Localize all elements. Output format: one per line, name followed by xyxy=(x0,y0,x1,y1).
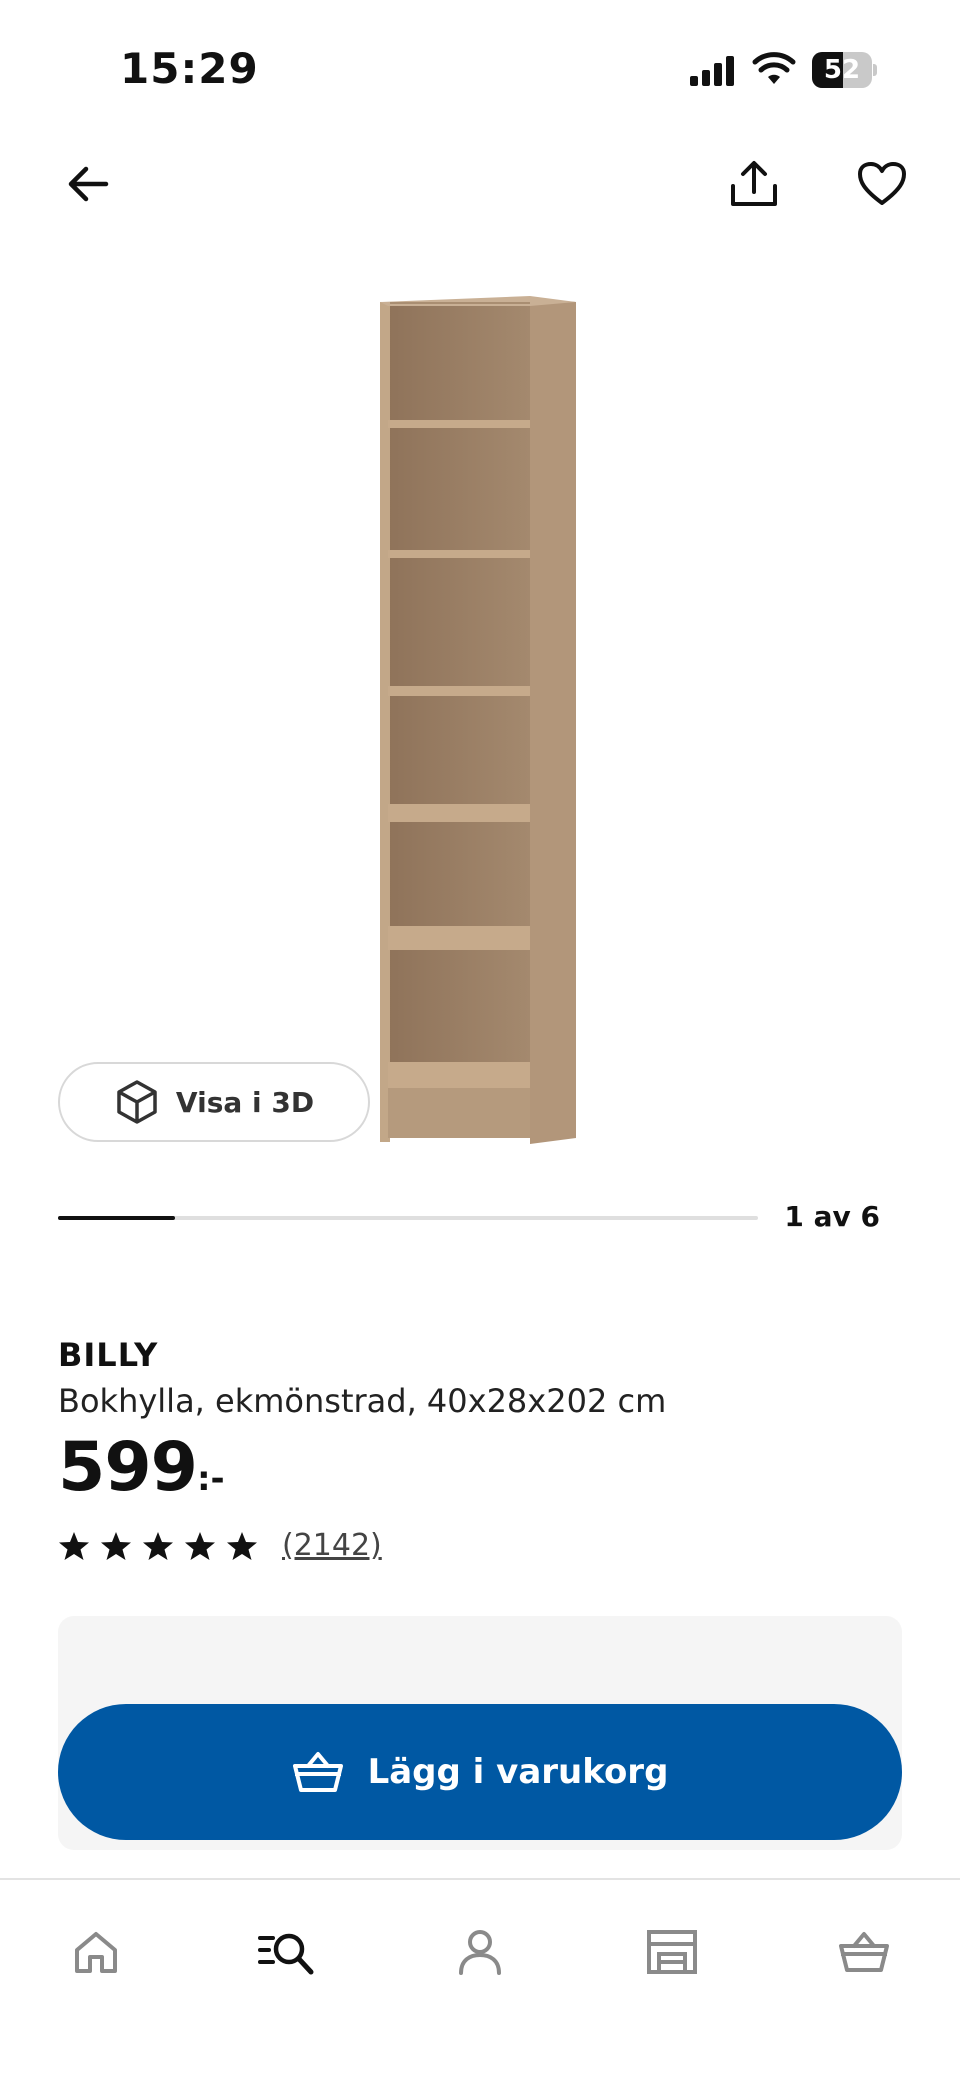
product-name: BILLY xyxy=(58,1336,159,1374)
arrow-left-icon xyxy=(68,166,109,202)
cellular-signal-icon xyxy=(690,56,734,86)
nav-home[interactable] xyxy=(36,1912,156,1992)
status-time: 15:29 xyxy=(120,44,259,93)
product-price: 599 :- xyxy=(58,1428,225,1507)
view-3d-button[interactable]: Visa i 3D xyxy=(58,1062,370,1142)
product-rating[interactable]: (2142) xyxy=(58,1528,382,1563)
price-suffix: :- xyxy=(196,1459,225,1499)
gallery-progress xyxy=(58,1216,758,1220)
add-to-cart-label: Lägg i varukorg xyxy=(367,1752,669,1792)
bottom-navigation xyxy=(0,1878,960,2081)
nav-cart[interactable] xyxy=(804,1912,924,1992)
store-icon xyxy=(647,1930,697,1974)
star-icon xyxy=(59,1531,89,1560)
star-icon xyxy=(185,1531,215,1560)
product-description: Bokhylla, ekmönstrad, 40x28x202 cm xyxy=(58,1382,667,1420)
gallery-progress-fill xyxy=(58,1216,175,1220)
battery-level: 52 xyxy=(823,55,861,85)
wifi-icon xyxy=(752,52,796,84)
star-icon xyxy=(227,1531,257,1560)
star-icon xyxy=(143,1531,173,1560)
nav-store[interactable] xyxy=(612,1912,732,1992)
price-value: 599 xyxy=(58,1428,198,1507)
rating-stars xyxy=(58,1530,258,1562)
battery-icon: 52 xyxy=(812,52,877,88)
basket-icon xyxy=(292,1752,343,1792)
add-to-cart-button[interactable]: Lägg i varukorg xyxy=(58,1704,902,1840)
cube-icon xyxy=(117,1080,157,1124)
product-image[interactable] xyxy=(380,292,580,1144)
back-button[interactable] xyxy=(48,144,128,224)
home-icon xyxy=(75,1932,117,1973)
gallery-position-label: 1 av 6 xyxy=(784,1200,880,1233)
view-3d-label: Visa i 3D xyxy=(175,1085,315,1119)
status-bar: 15:29 52 xyxy=(0,0,960,140)
favorite-button[interactable] xyxy=(842,144,922,224)
nav-search[interactable] xyxy=(226,1912,346,1992)
share-icon xyxy=(731,161,777,206)
search-icon xyxy=(258,1933,314,1975)
heart-icon xyxy=(858,162,906,205)
review-count-link[interactable]: (2142) xyxy=(282,1528,382,1563)
nav-profile[interactable] xyxy=(420,1912,540,1992)
share-button[interactable] xyxy=(714,144,794,224)
star-icon xyxy=(101,1531,131,1560)
profile-icon xyxy=(459,1930,501,1975)
cart-icon xyxy=(839,1932,889,1972)
